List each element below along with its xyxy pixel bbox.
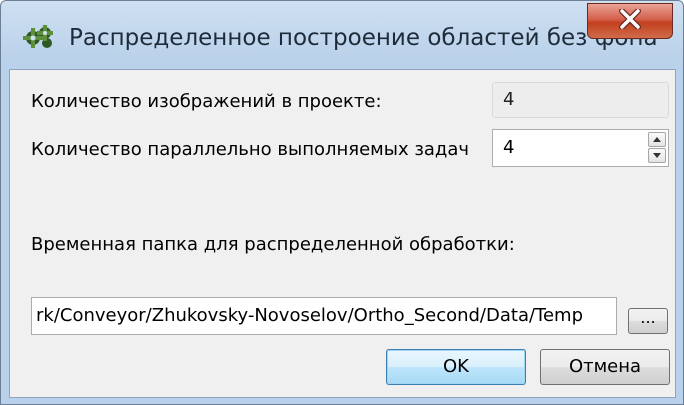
temp-folder-label: Временная папка для распределенной обраб…	[31, 234, 515, 255]
spin-up-icon	[653, 137, 661, 142]
gear-cluster-icon	[23, 24, 57, 50]
dialog-window: Распределенное построение областей без ф…	[0, 0, 684, 405]
spin-up-button[interactable]	[648, 132, 666, 147]
dialog-body: Количество изображений в проекте: 4 Коли…	[9, 69, 676, 398]
spin-down-button[interactable]	[648, 148, 666, 163]
parallel-tasks-label: Количество параллельно выполняемых задач	[31, 139, 470, 160]
images-count-field: 4	[492, 82, 669, 118]
images-count-label: Количество изображений в проекте:	[31, 91, 382, 112]
parallel-tasks-value[interactable]: 4	[503, 137, 514, 158]
spin-buttons	[648, 132, 666, 164]
spin-down-icon	[653, 153, 661, 158]
browse-button[interactable]: ...	[628, 308, 668, 334]
window-title: Распределенное построение областей без ф…	[69, 25, 658, 51]
cancel-button[interactable]: Отмена	[540, 349, 670, 385]
close-icon	[618, 7, 642, 34]
title-bar[interactable]: Распределенное построение областей без ф…	[1, 1, 683, 69]
ok-button[interactable]: OK	[386, 349, 526, 385]
temp-folder-input[interactable]: rk/Conveyor/Zhukovsky-Novoselov/Ortho_Se…	[31, 297, 617, 335]
close-button[interactable]	[587, 3, 673, 39]
parallel-tasks-stepper[interactable]: 4	[492, 129, 669, 167]
